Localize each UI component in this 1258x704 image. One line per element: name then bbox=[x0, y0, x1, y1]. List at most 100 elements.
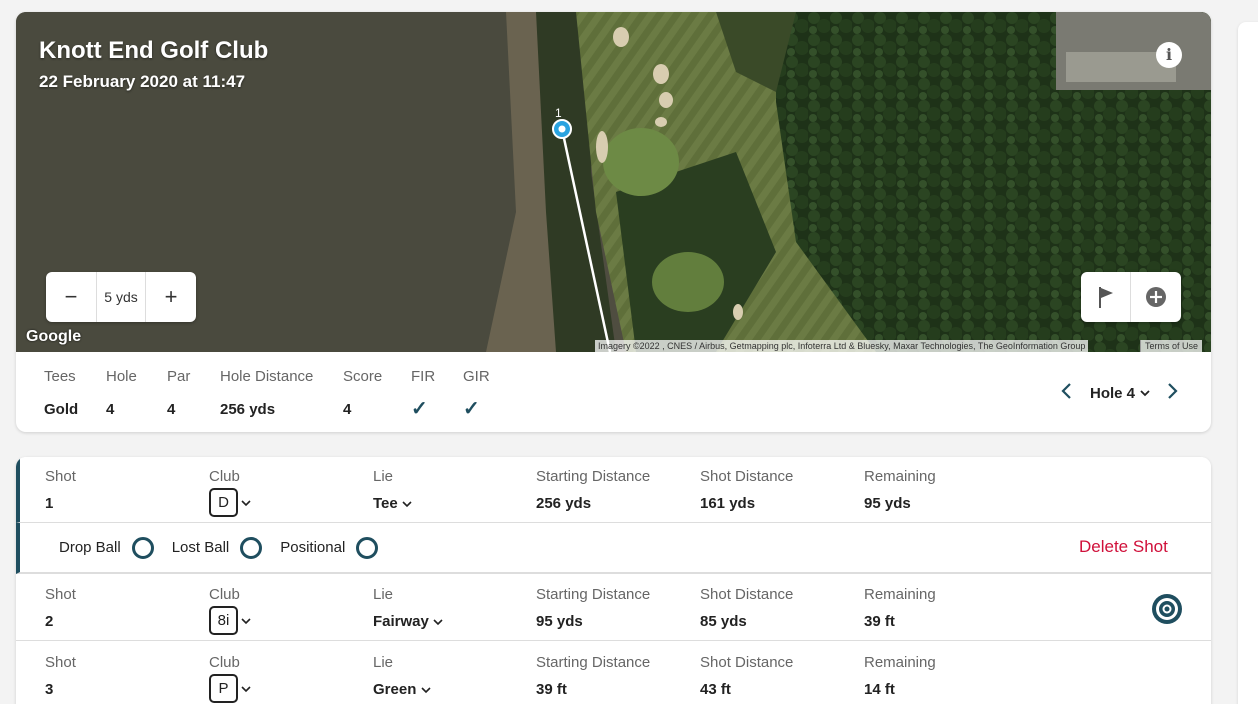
stat-label: GIR bbox=[463, 368, 490, 385]
club-select[interactable]: 8i bbox=[209, 606, 251, 635]
start-distance-col: Starting Distance 256 yds bbox=[536, 468, 650, 512]
start-distance: 95 yds bbox=[536, 613, 583, 630]
lie-value: Tee bbox=[373, 495, 398, 512]
positional-radio[interactable] bbox=[356, 536, 379, 559]
remaining: 95 yds bbox=[864, 495, 911, 512]
lost-ball-label: Lost Ball bbox=[171, 539, 230, 556]
stat-value: 4 bbox=[167, 401, 176, 418]
col-label: Shot bbox=[45, 468, 76, 485]
shot-distance: 85 yds bbox=[700, 613, 747, 630]
club-badge: D bbox=[209, 488, 238, 517]
chevron-down-icon bbox=[241, 617, 251, 624]
col-label: Club bbox=[209, 654, 240, 671]
map-attribution: Imagery ©2022 , CNES / Airbus, Getmappin… bbox=[595, 340, 1089, 352]
stat-par: Par 4 bbox=[167, 368, 190, 418]
drop-ball-radio[interactable] bbox=[131, 536, 154, 559]
shot-number-col: Shot 3 bbox=[45, 654, 76, 698]
stat-gir: GIR ✓ bbox=[463, 368, 490, 421]
shot-number-col: Shot 1 bbox=[45, 468, 76, 512]
col-label: Lie bbox=[373, 654, 394, 671]
round-date: 22 February 2020 at 11:47 bbox=[39, 72, 246, 91]
next-hole-button[interactable] bbox=[1163, 380, 1183, 406]
start-distance: 39 ft bbox=[536, 681, 567, 698]
shot-distance-col: Shot Distance 161 yds bbox=[700, 468, 793, 512]
stat-label: Hole bbox=[106, 368, 137, 385]
shot-row[interactable]: Shot 1 Club D Lie Tee Starting Distance … bbox=[16, 457, 1211, 523]
drop-ball-option[interactable]: Drop Ball bbox=[59, 536, 154, 559]
club-col: Club 8i bbox=[209, 586, 251, 635]
zoom-out-button[interactable]: − bbox=[46, 272, 96, 322]
lie-select[interactable]: Tee bbox=[373, 495, 412, 512]
shot-number: 1 bbox=[45, 495, 54, 512]
col-label: Lie bbox=[373, 468, 394, 485]
start-distance-col: Starting Distance 95 yds bbox=[536, 586, 650, 630]
positional-option[interactable]: Positional bbox=[280, 536, 379, 559]
start-distance: 256 yds bbox=[536, 495, 592, 512]
flag-icon bbox=[1098, 287, 1113, 308]
remaining-col: Remaining 14 ft bbox=[864, 654, 936, 698]
club-select[interactable]: P bbox=[209, 674, 251, 703]
shot-distance: 161 yds bbox=[700, 495, 756, 512]
start-distance-col: Starting Distance 39 ft bbox=[536, 654, 650, 698]
lie-value: Green bbox=[373, 681, 417, 698]
delete-shot-button[interactable]: Delete Shot bbox=[1079, 537, 1168, 557]
chevron-down-icon bbox=[433, 619, 443, 626]
shot-row[interactable]: Shot 3 Club P Lie Green Starting Distanc… bbox=[16, 643, 1211, 704]
terms-link[interactable]: Terms of Use bbox=[1140, 340, 1203, 352]
add-shot-button[interactable] bbox=[1131, 272, 1181, 322]
club-select[interactable]: D bbox=[209, 488, 251, 517]
gir-check-icon: ✓ bbox=[463, 398, 480, 420]
col-label: Shot bbox=[45, 586, 76, 603]
shot-distance-col: Shot Distance 43 ft bbox=[700, 654, 793, 698]
hole-stats: Tees Gold Hole 4 Par 4 Hole Distance 256… bbox=[16, 352, 1211, 432]
chevron-down-icon bbox=[241, 499, 251, 506]
col-label: Club bbox=[209, 586, 240, 603]
stat-label: Tees bbox=[44, 368, 76, 385]
col-label: Lie bbox=[373, 586, 394, 603]
col-label: Shot Distance bbox=[700, 586, 794, 603]
add-circle-icon bbox=[1146, 287, 1166, 307]
shot-number: 2 bbox=[45, 613, 54, 630]
lost-ball-option[interactable]: Lost Ball bbox=[171, 536, 263, 559]
stat-tees: Tees Gold bbox=[44, 368, 78, 418]
positional-label: Positional bbox=[280, 539, 346, 556]
stat-fir: FIR ✓ bbox=[411, 368, 435, 421]
remaining: 14 ft bbox=[864, 681, 895, 698]
shot-options: Drop Ball Lost Ball Positional Delete Sh… bbox=[16, 523, 1211, 574]
shot-marker-icon[interactable] bbox=[551, 118, 573, 140]
stat-value: 256 yds bbox=[220, 401, 276, 418]
remaining-col: Remaining 39 ft bbox=[864, 586, 936, 630]
col-label: Remaining bbox=[864, 654, 936, 671]
stat-value: 4 bbox=[343, 401, 352, 418]
shot-row[interactable]: Shot 2 Club 8i Lie Fairway Starting Dist… bbox=[16, 575, 1211, 641]
fir-check-icon: ✓ bbox=[411, 398, 428, 420]
club-col: Club P bbox=[209, 654, 251, 703]
side-panel bbox=[1238, 22, 1258, 704]
col-label: Starting Distance bbox=[536, 654, 651, 671]
chevron-right-icon bbox=[1168, 383, 1178, 399]
target-icon[interactable] bbox=[1150, 592, 1184, 626]
chevron-down-icon bbox=[1140, 389, 1150, 396]
hole-select[interactable]: Hole 4 bbox=[1090, 385, 1151, 402]
club-badge: 8i bbox=[209, 606, 238, 635]
col-label: Shot bbox=[45, 654, 76, 671]
chevron-left-icon bbox=[1061, 383, 1071, 399]
hole-card: Knott End Golf Club 22 February 2020 at … bbox=[16, 12, 1211, 432]
stat-score: Score 4 bbox=[343, 368, 382, 418]
prev-hole-button[interactable] bbox=[1056, 380, 1076, 406]
shot-distance: 43 ft bbox=[700, 681, 731, 698]
chevron-down-icon bbox=[420, 687, 431, 694]
drop-ball-label: Drop Ball bbox=[59, 539, 121, 556]
info-icon[interactable]: i bbox=[1156, 42, 1182, 68]
col-label: Starting Distance bbox=[536, 468, 651, 485]
zoom-in-button[interactable]: + bbox=[146, 272, 196, 322]
chevron-down-icon bbox=[402, 501, 412, 508]
lost-ball-radio[interactable] bbox=[240, 536, 263, 559]
col-label: Remaining bbox=[864, 468, 936, 485]
remaining-col: Remaining 95 yds bbox=[864, 468, 936, 512]
flag-button[interactable] bbox=[1081, 272, 1131, 322]
satellite-map[interactable]: Knott End Golf Club 22 February 2020 at … bbox=[16, 12, 1211, 352]
lie-select[interactable]: Green bbox=[373, 681, 431, 698]
lie-select[interactable]: Fairway bbox=[373, 613, 443, 630]
zoom-value: 5 yds bbox=[96, 272, 146, 322]
